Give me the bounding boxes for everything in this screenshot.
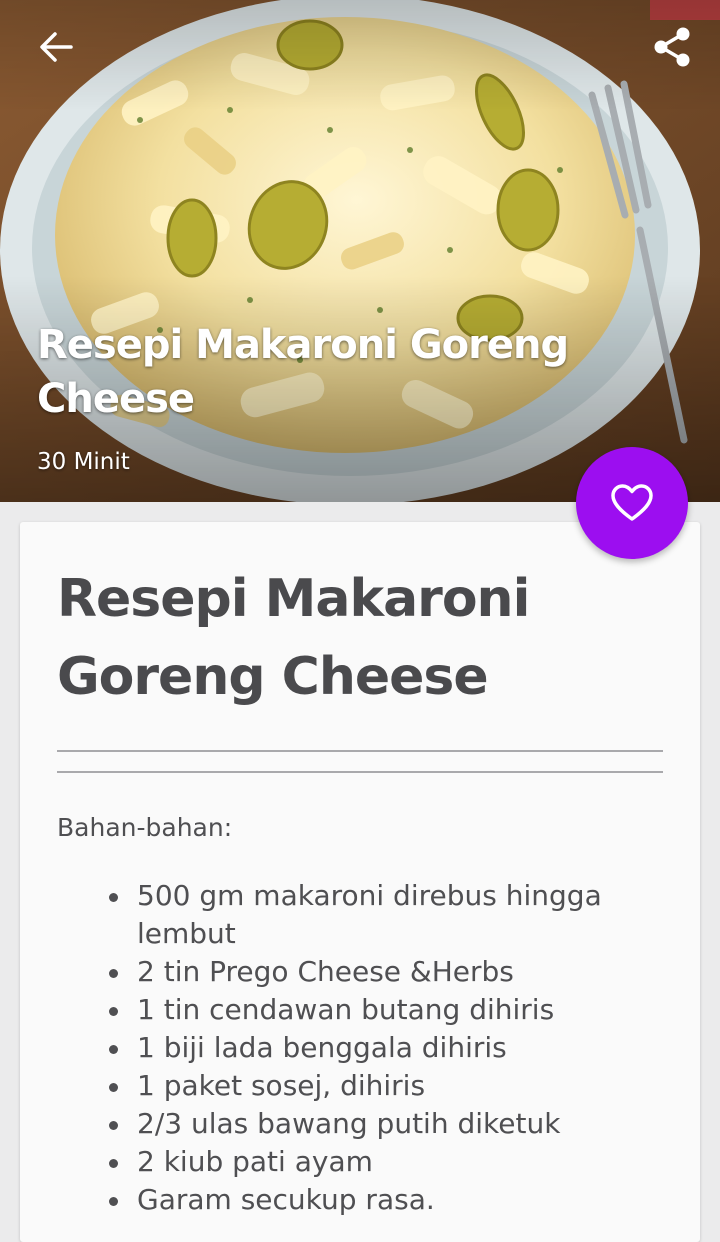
hero-header: Resepi Makaroni Goreng Cheese 30 Minit [0,0,720,502]
ingredient-item: 1 tin cendawan butang dihiris [100,991,640,1029]
ingredient-item: 500 gm makaroni direbus hingga lembut [100,877,640,953]
share-button[interactable] [646,24,698,70]
arrow-left-icon [40,32,73,62]
ingredient-item: Garam secukup rasa. [100,1181,640,1219]
back-button[interactable] [30,26,82,68]
hero-shade [0,0,720,502]
ingredient-item: 1 paket sosej, dihiris [100,1067,640,1105]
share-icon [654,27,690,67]
ingredient-item: 2/3 ulas bawang putih diketuk [100,1105,640,1143]
hero-title: Resepi Makaroni Goreng Cheese [37,322,569,422]
recipe-card: Resepi Makaroni Goreng Cheese Bahan-baha… [20,522,700,1242]
ingredient-list: 500 gm makaroni direbus hingga lembut 2 … [100,877,640,1219]
ingredients-heading: Bahan-bahan: [57,813,233,842]
divider [57,771,663,773]
ingredient-item: 1 biji lada benggala dihiris [100,1029,640,1067]
cooking-time: 30 Minit [37,449,130,475]
ingredient-item: 2 tin Prego Cheese &Herbs [100,953,640,991]
divider [57,750,663,752]
recipe-title: Resepi Makaroni Goreng Cheese [57,569,530,707]
heart-outline-icon [611,484,653,521]
ingredient-item: 2 kiub pati ayam [100,1143,640,1181]
favorite-button[interactable] [576,447,688,559]
